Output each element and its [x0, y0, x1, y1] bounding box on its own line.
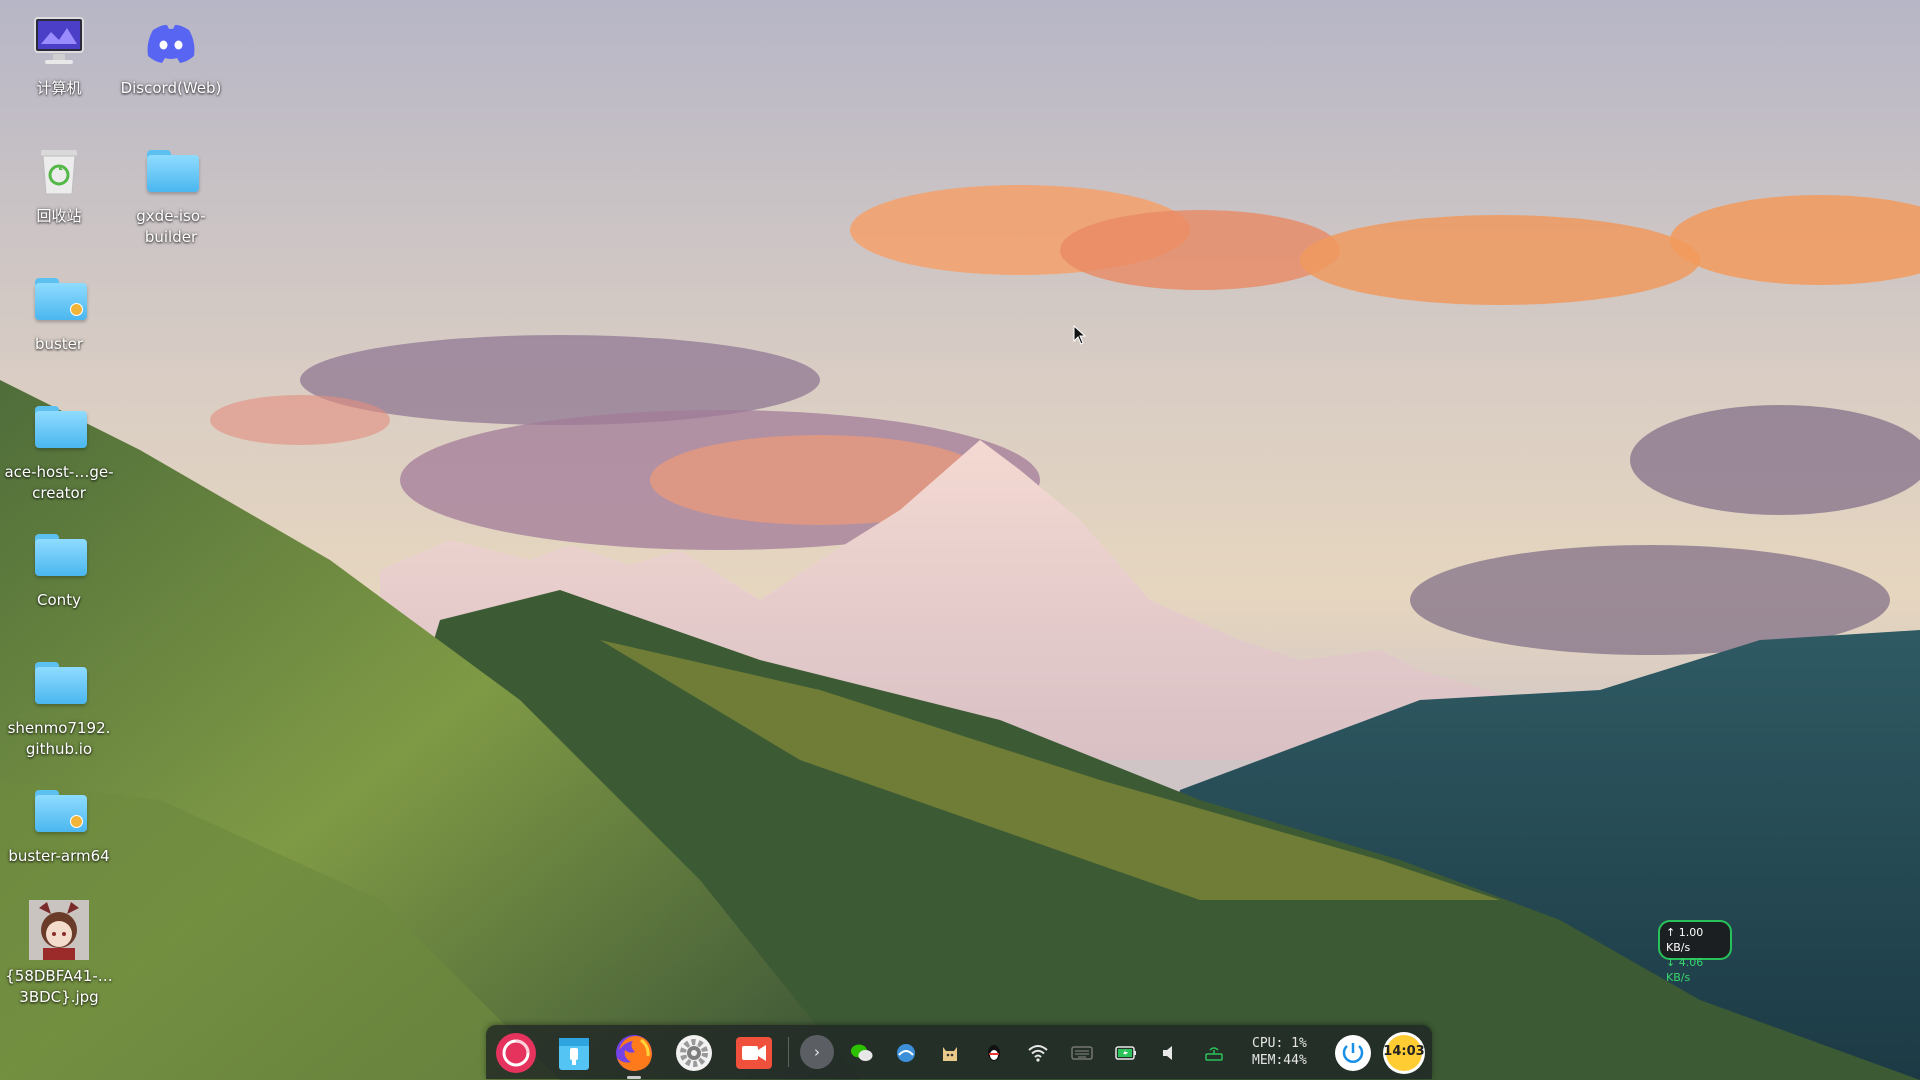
- power-icon: [1335, 1035, 1371, 1071]
- wechat-icon: [851, 1044, 873, 1061]
- tray-network-drive[interactable]: [894, 1041, 918, 1065]
- desktop-icon-label: {58DBFA41-…3BDC}.jpg: [5, 967, 113, 1006]
- tray-wechat[interactable]: [850, 1041, 874, 1065]
- desktop-icon-image-file[interactable]: {58DBFA41-…3BDC}.jpg: [4, 900, 114, 1008]
- desktop-icon-shenmo-github[interactable]: shenmo7192.github.io: [4, 652, 114, 760]
- folder-icon: [141, 140, 201, 200]
- desktop-icon-label: 回收站: [36, 207, 82, 225]
- dock: › CPU: 1% MEM:44% 14:03: [486, 1025, 1432, 1079]
- folder-icon: [29, 396, 89, 456]
- folder-locked-icon: [29, 780, 89, 840]
- system-monitor[interactable]: CPU: 1% MEM:44%: [1252, 1035, 1328, 1069]
- cat-icon: [943, 1047, 957, 1061]
- qq-penguin-icon: [988, 1045, 1000, 1061]
- upload-speed: ↑ 1.00 KB/s: [1666, 926, 1704, 954]
- desktop-icon-label: buster: [34, 335, 84, 353]
- tray-keyboard[interactable]: [1070, 1041, 1094, 1065]
- desktop-icon-label: shenmo7192.github.io: [7, 719, 111, 758]
- desktop-icon-label: buster-arm64: [8, 847, 110, 865]
- launcher-icon: [496, 1033, 536, 1073]
- desktop-icon-label: gxde-iso-builder: [136, 207, 206, 246]
- dock-divider: [788, 1037, 789, 1067]
- dock-file-manager[interactable]: [553, 1032, 595, 1074]
- battery-icon: [1115, 1046, 1136, 1060]
- firefox-icon: [616, 1035, 652, 1071]
- desktop-icon-buster[interactable]: buster: [4, 268, 114, 355]
- folder-icon: [29, 524, 89, 584]
- dock-screen-recorder[interactable]: [733, 1032, 775, 1074]
- trash-icon: [29, 140, 89, 200]
- wifi-icon: [1028, 1045, 1048, 1062]
- tray-battery[interactable]: [1114, 1041, 1138, 1065]
- dock-clock[interactable]: 14:03: [1383, 1032, 1425, 1074]
- tray-qq[interactable]: [982, 1041, 1006, 1065]
- dock-firefox[interactable]: [613, 1032, 655, 1079]
- file-manager-icon: [559, 1038, 589, 1070]
- desktop-icon-label: 计算机: [36, 79, 82, 97]
- router-icon: [1205, 1047, 1223, 1061]
- desktop-icon-label: Conty: [37, 591, 81, 609]
- keyboard-icon: [1071, 1046, 1093, 1060]
- desktop-icon-buster-arm64[interactable]: buster-arm64: [4, 780, 114, 867]
- dock-launcher[interactable]: [495, 1032, 537, 1074]
- network-drive-icon: [897, 1044, 915, 1062]
- desktop-icon-computer[interactable]: 计算机: [4, 12, 114, 99]
- tray-volume[interactable]: [1158, 1041, 1182, 1065]
- cpu-usage: CPU: 1%: [1252, 1036, 1307, 1051]
- clock-time: 14:03: [1383, 1044, 1425, 1059]
- tray-wifi[interactable]: [1026, 1041, 1050, 1065]
- desktop-icon-label: ace-host-…ge-creator: [4, 463, 114, 502]
- expand-icon: ›: [814, 1043, 820, 1061]
- settings-gear-icon: [676, 1035, 712, 1071]
- desktop-icon-discord[interactable]: Discord(Web): [116, 12, 226, 99]
- folder-icon: [29, 652, 89, 712]
- image-thumbnail-icon: [29, 900, 89, 960]
- dock-power-button[interactable]: [1334, 1034, 1372, 1072]
- desktop-icon-trash[interactable]: 回收站: [4, 140, 114, 227]
- computer-icon: [29, 12, 89, 72]
- mouse-cursor-icon: [1073, 325, 1087, 345]
- tray-expand-button[interactable]: ›: [800, 1035, 834, 1069]
- download-speed: ↓ 4.06 KB/s: [1666, 956, 1704, 984]
- desktop-icon-conty[interactable]: Conty: [4, 524, 114, 611]
- volume-icon: [1163, 1046, 1172, 1060]
- memory-usage: MEM:44%: [1252, 1053, 1307, 1068]
- wallpaper: [0, 0, 1920, 1080]
- dock-settings[interactable]: [673, 1032, 715, 1074]
- discord-icon: [141, 12, 201, 72]
- tray-cat-app[interactable]: [938, 1041, 962, 1065]
- running-indicator: [627, 1076, 641, 1079]
- network-speed-widget[interactable]: ↑ 1.00 KB/s ↓ 4.06 KB/s: [1658, 920, 1732, 984]
- camera-icon: [736, 1037, 772, 1069]
- folder-locked-icon: [29, 268, 89, 328]
- desktop-icon-ace-host[interactable]: ace-host-…ge-creator: [4, 396, 114, 504]
- desktop-icon-gxde-iso-builder[interactable]: gxde-iso-builder: [116, 140, 226, 248]
- tray-router[interactable]: [1202, 1041, 1226, 1065]
- desktop-icon-label: Discord(Web): [120, 79, 222, 97]
